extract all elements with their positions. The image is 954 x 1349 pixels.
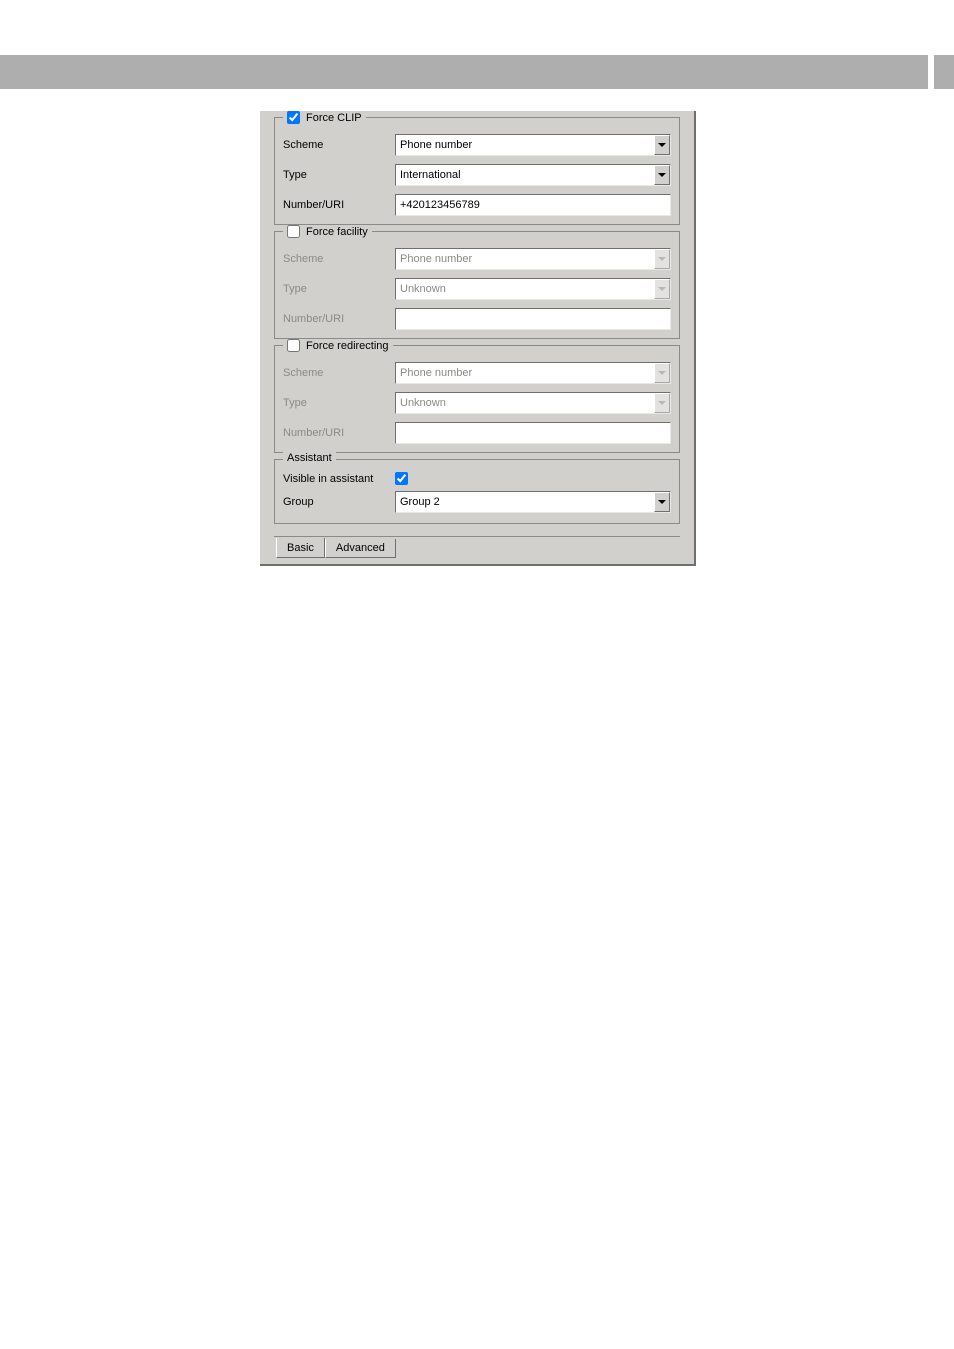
- force-redirecting-number-label: Number/URI: [283, 427, 395, 439]
- force-facility-group: Force facility Scheme Type Number/URI: [274, 225, 680, 339]
- dropdown-icon: [654, 393, 670, 413]
- dropdown-icon[interactable]: [654, 492, 670, 512]
- tab-basic[interactable]: Basic: [276, 538, 325, 558]
- force-redirecting-title: Force redirecting: [306, 340, 389, 352]
- force-redirecting-type-select: [395, 392, 671, 414]
- force-clip-number-label: Number/URI: [283, 199, 395, 211]
- force-facility-checkbox[interactable]: [287, 225, 300, 238]
- assistant-title: Assistant: [283, 452, 336, 464]
- tab-advanced[interactable]: Advanced: [325, 539, 396, 558]
- tab-bar: Basic Advanced: [274, 536, 680, 558]
- dropdown-icon: [654, 363, 670, 383]
- force-clip-type-label: Type: [283, 169, 395, 181]
- force-facility-type-label: Type: [283, 283, 395, 295]
- assistant-visible-label: Visible in assistant: [283, 473, 395, 485]
- force-redirecting-group: Force redirecting Scheme Type Number/URI: [274, 339, 680, 453]
- force-facility-number-input: [395, 308, 671, 330]
- dropdown-icon: [654, 279, 670, 299]
- force-clip-checkbox[interactable]: [287, 111, 300, 124]
- force-clip-scheme-label: Scheme: [283, 139, 395, 151]
- settings-panel: Force CLIP Scheme Type Number/URI: [260, 111, 696, 566]
- dropdown-icon[interactable]: [654, 165, 670, 185]
- force-facility-scheme-label: Scheme: [283, 253, 395, 265]
- force-clip-type-select[interactable]: [395, 164, 671, 186]
- header-right: [934, 55, 954, 89]
- force-facility-number-label: Number/URI: [283, 313, 395, 325]
- force-redirecting-type-label: Type: [283, 397, 395, 409]
- header-main: [0, 55, 928, 89]
- dropdown-icon[interactable]: [654, 135, 670, 155]
- force-redirecting-scheme-label: Scheme: [283, 367, 395, 379]
- assistant-visible-checkbox[interactable]: [395, 472, 408, 485]
- force-facility-scheme-select: [395, 248, 671, 270]
- force-clip-group: Force CLIP Scheme Type Number/URI: [274, 111, 680, 225]
- force-clip-title: Force CLIP: [306, 112, 362, 124]
- assistant-group-label: Group: [283, 496, 395, 508]
- force-redirecting-number-input: [395, 422, 671, 444]
- force-clip-number-input[interactable]: [395, 194, 671, 216]
- assistant-group-select[interactable]: [395, 491, 671, 513]
- dropdown-icon: [654, 249, 670, 269]
- force-redirecting-scheme-select: [395, 362, 671, 384]
- assistant-group: Assistant Visible in assistant Group: [274, 459, 680, 524]
- force-clip-scheme-select[interactable]: [395, 134, 671, 156]
- force-facility-type-select: [395, 278, 671, 300]
- force-redirecting-checkbox[interactable]: [287, 339, 300, 352]
- header-bar: [0, 55, 954, 89]
- force-facility-title: Force facility: [306, 226, 368, 238]
